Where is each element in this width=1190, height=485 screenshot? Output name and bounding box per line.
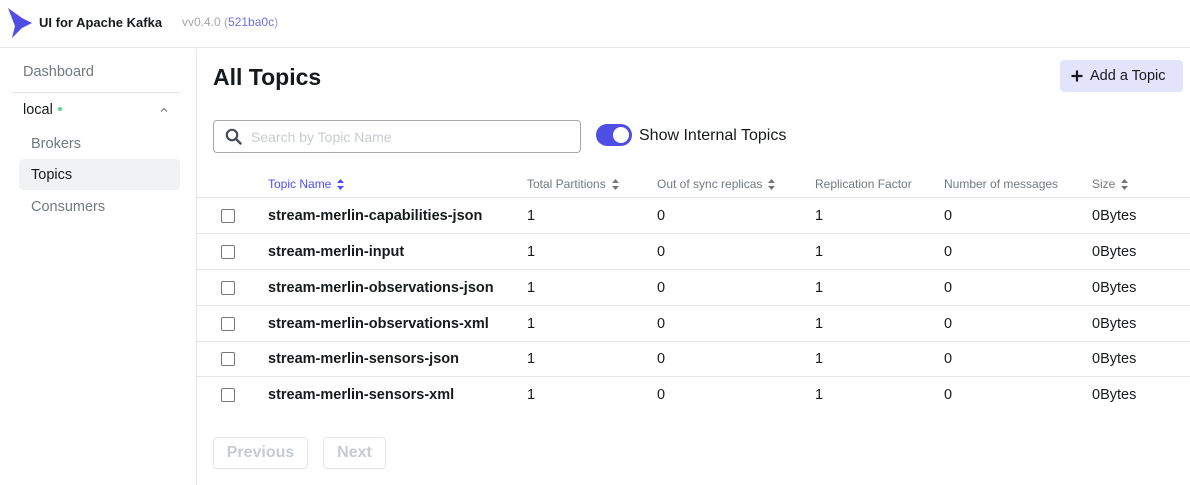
show-internal-topics-toggle[interactable]: [596, 124, 632, 146]
column-header-topic-name[interactable]: Topic Name: [268, 177, 345, 191]
cluster-status-dot: [57, 107, 62, 111]
toggle-knob: [613, 127, 629, 143]
sidebar-divider: [12, 92, 180, 93]
next-page-button[interactable]: Next: [323, 437, 386, 469]
sidebar-item-consumers[interactable]: Consumers: [19, 191, 180, 222]
chevron-up-icon[interactable]: [160, 106, 168, 114]
page-title: All Topics: [213, 64, 322, 90]
column-header-size[interactable]: Size: [1092, 177, 1129, 191]
sidebar-cluster-local[interactable]: local: [23, 102, 62, 118]
cell-partitions: 1: [527, 280, 536, 296]
add-topic-label: Add a Topic: [1090, 68, 1166, 84]
cell-replication: 1: [815, 244, 824, 260]
sidebar-item-dashboard[interactable]: Dashboard: [23, 64, 94, 80]
table-row[interactable]: stream-merlin-observations-xml 1 0 1 0 0…: [197, 306, 1190, 342]
cell-messages: 0: [944, 280, 953, 296]
cell-messages: 0: [944, 208, 953, 224]
show-internal-topics-label: Show Internal Topics: [639, 127, 787, 144]
cell-size: 0Bytes: [1092, 351, 1137, 367]
table-row[interactable]: stream-merlin-input 1 0 1 0 0Bytes: [197, 234, 1190, 270]
table-header: Topic Name Total Partitions Out of sync …: [197, 169, 1190, 198]
cell-size: 0Bytes: [1092, 387, 1137, 403]
cell-size: 0Bytes: [1092, 244, 1137, 260]
cell-size: 0Bytes: [1092, 280, 1137, 296]
cell-out-of-sync: 0: [657, 316, 666, 332]
cell-messages: 0: [944, 387, 953, 403]
topic-name-link[interactable]: stream-merlin-sensors-xml: [268, 387, 454, 403]
cell-messages: 0: [944, 244, 953, 260]
row-checkbox[interactable]: [221, 317, 235, 331]
table-row[interactable]: stream-merlin-observations-json 1 0 1 0 …: [197, 270, 1190, 306]
version-hash-link[interactable]: 521ba0c: [228, 15, 274, 29]
column-header-out-of-sync[interactable]: Out of sync replicas: [657, 177, 776, 191]
search-icon: [225, 128, 242, 145]
add-topic-button[interactable]: Add a Topic: [1060, 60, 1183, 92]
table-row[interactable]: stream-merlin-sensors-json 1 0 1 0 0Byte…: [197, 341, 1190, 377]
cell-size: 0Bytes: [1092, 316, 1137, 332]
row-checkbox[interactable]: [221, 352, 235, 366]
kafka-logo-icon[interactable]: [8, 8, 32, 38]
search-input[interactable]: [251, 128, 551, 145]
cell-out-of-sync: 0: [657, 208, 666, 224]
cell-out-of-sync: 0: [657, 351, 666, 367]
previous-page-button[interactable]: Previous: [213, 437, 308, 469]
search-box: [213, 120, 581, 153]
top-navbar: UI for Apache Kafka vv0.4.0 (521ba0c): [0, 0, 1190, 48]
column-header-replication-factor: Replication Factor: [815, 177, 912, 191]
cell-size: 0Bytes: [1092, 208, 1137, 224]
cell-replication: 1: [815, 351, 824, 367]
sidebar-item-topics[interactable]: Topics: [19, 159, 180, 190]
app-title[interactable]: UI for Apache Kafka: [39, 15, 162, 30]
column-header-label: Number of messages: [944, 177, 1059, 191]
row-checkbox[interactable]: [221, 388, 235, 402]
topic-name-link[interactable]: stream-merlin-observations-xml: [268, 316, 489, 332]
topic-name-link[interactable]: stream-merlin-input: [268, 244, 404, 260]
cell-replication: 1: [815, 208, 824, 224]
cell-replication: 1: [815, 387, 824, 403]
topic-name-link[interactable]: stream-merlin-observations-json: [268, 280, 494, 296]
column-header-number-of-messages: Number of messages: [944, 177, 1058, 191]
row-checkbox[interactable]: [221, 281, 235, 295]
sort-icon: [337, 178, 345, 190]
table-row[interactable]: stream-merlin-capabilities-json 1 0 1 0 …: [197, 198, 1190, 234]
cell-partitions: 1: [527, 387, 536, 403]
table-row[interactable]: stream-merlin-sensors-xml 1 0 1 0 0Bytes: [197, 377, 1190, 413]
cell-replication: 1: [815, 316, 824, 332]
cell-out-of-sync: 0: [657, 280, 666, 296]
column-header-label: Topic Name: [268, 177, 332, 191]
version-label: vv0.4.0 (521ba0c): [182, 15, 278, 29]
cell-partitions: 1: [527, 208, 536, 224]
cell-out-of-sync: 0: [657, 244, 666, 260]
topic-name-link[interactable]: stream-merlin-capabilities-json: [268, 208, 482, 224]
version-prefix: vv0.4.0 (: [182, 15, 229, 29]
plus-icon: [1071, 70, 1083, 82]
cell-partitions: 1: [527, 351, 536, 367]
sort-icon: [768, 178, 776, 190]
version-suffix: ): [274, 15, 279, 29]
cell-messages: 0: [944, 351, 953, 367]
column-header-total-partitions[interactable]: Total Partitions: [527, 177, 619, 191]
sidebar: Dashboard local Brokers Topics Consumers: [0, 49, 197, 485]
column-header-label: Out of sync replicas: [657, 177, 763, 191]
sidebar-item-brokers[interactable]: Brokers: [19, 128, 180, 159]
row-checkbox[interactable]: [221, 245, 235, 259]
cluster-name: local: [23, 102, 53, 118]
topic-name-link[interactable]: stream-merlin-sensors-json: [268, 351, 459, 367]
sort-icon: [611, 178, 619, 190]
column-header-label: Replication Factor: [815, 177, 912, 191]
cell-partitions: 1: [527, 244, 536, 260]
cell-messages: 0: [944, 316, 953, 332]
cell-out-of-sync: 0: [657, 387, 666, 403]
sort-icon: [1121, 178, 1129, 190]
cell-replication: 1: [815, 280, 824, 296]
cell-partitions: 1: [527, 316, 536, 332]
column-header-label: Size: [1092, 177, 1116, 191]
row-checkbox[interactable]: [221, 209, 235, 223]
column-header-label: Total Partitions: [527, 177, 606, 191]
